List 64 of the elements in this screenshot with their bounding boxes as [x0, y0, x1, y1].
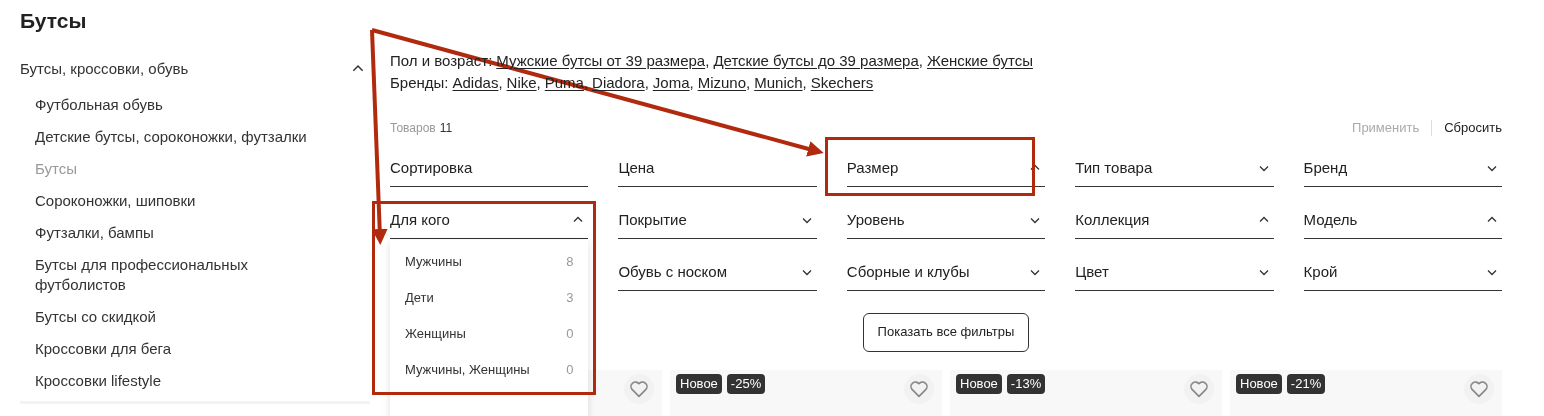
separator-text: ,: [644, 73, 649, 93]
category-header[interactable]: Бутсы, кроссовки, обувь: [20, 58, 189, 81]
product-badge: Новое: [1236, 373, 1282, 394]
filter-dropdown[interactable]: Для кого: [390, 202, 589, 239]
reset-button[interactable]: Сбросить: [1444, 118, 1502, 138]
filter-link[interactable]: Nike: [506, 72, 537, 94]
filter-dropdown[interactable]: Обувь с носком: [618, 254, 817, 291]
option-count: 0: [566, 360, 574, 379]
filter-dropdown[interactable]: Цвет: [1075, 254, 1274, 291]
option-count: 8: [566, 252, 574, 271]
sidebar-link[interactable]: Кроссовки для бега: [35, 338, 172, 359]
product-badge: -21%: [1286, 373, 1326, 394]
separator-text: ,: [536, 73, 541, 93]
filter-dropdown[interactable]: Коллекция: [1075, 202, 1274, 239]
filter-dropdown[interactable]: Сортировка: [390, 150, 589, 187]
filter-dropdown[interactable]: Тип товара: [1075, 150, 1274, 187]
sidebar-link[interactable]: Кроссовки lifestyle: [35, 370, 162, 391]
filter-label: Пол и возраст:: [390, 51, 493, 71]
dropdown-option[interactable]: Мужчины, Женщины 0: [390, 351, 589, 388]
filter-link[interactable]: Adidas: [452, 72, 499, 94]
separator-text: ,: [705, 51, 710, 71]
dropdown-option[interactable]: Дети 3: [390, 279, 589, 316]
filter-link[interactable]: Joma: [652, 72, 690, 94]
filter-link[interactable]: Женские бутсы: [927, 50, 1033, 72]
product-badge: Новое: [676, 373, 722, 394]
sidebar-link[interactable]: Бутсы для профессиональных футболистов: [35, 254, 285, 295]
separator-text: ,: [802, 73, 807, 93]
product-card[interactable]: Новое -25%: [670, 369, 942, 416]
filter-link[interactable]: Skechers: [810, 72, 874, 94]
sidebar-link[interactable]: Сороконожки, шиповки: [35, 190, 196, 211]
filter-dropdown[interactable]: Цена: [618, 150, 817, 187]
count-label: Товаров: [390, 119, 436, 137]
count-value: 11: [439, 119, 453, 137]
filter-dropdown[interactable]: Уровень: [846, 202, 1046, 239]
filter-dropdown[interactable]: Модель: [1303, 202, 1502, 239]
product-card[interactable]: Новое -21%: [1230, 369, 1502, 416]
filter-link[interactable]: Детские бутсы до 39 размера: [713, 50, 919, 72]
separator-text: ,: [689, 73, 694, 93]
product-badge: -13%: [1006, 373, 1046, 394]
filter-dropdown[interactable]: Размер: [846, 150, 1046, 187]
filter-dropdown[interactable]: Сборные и клубы: [846, 254, 1046, 291]
product-badge: Новое: [956, 373, 1002, 394]
sidebar-link[interactable]: Футзалки, бампы: [35, 222, 154, 243]
filter-dropdown[interactable]: Крой: [1303, 254, 1502, 291]
separator-text: ,: [583, 73, 589, 93]
dropdown-option[interactable]: Женщины 0: [390, 315, 589, 352]
filter-link[interactable]: Munich: [754, 72, 803, 94]
product-badge: -25%: [726, 373, 766, 394]
separator-text: ,: [918, 51, 923, 71]
separator-text: ,: [498, 73, 503, 93]
option-count: 3: [566, 288, 574, 307]
show-all-filters-button[interactable]: Показать все фильтры: [862, 312, 1030, 352]
sidebar-link[interactable]: Футбольная обувь: [35, 94, 163, 115]
separator-text: ,: [746, 73, 751, 93]
page-title: Бутсы: [20, 8, 88, 34]
filter-dropdown[interactable]: Бренд: [1303, 150, 1502, 187]
sidebar-link[interactable]: Детские бутсы, сороконожки, футзалки: [35, 126, 307, 147]
option-count: 0: [566, 324, 574, 343]
filter-dropdown[interactable]: Покрытие: [618, 202, 817, 239]
sidebar-link[interactable]: Бутсы со скидкой: [35, 306, 156, 327]
product-card[interactable]: Новое -13%: [950, 369, 1222, 416]
filter-label: Бренды:: [390, 73, 449, 93]
filter-link[interactable]: Diadora: [592, 72, 645, 94]
dropdown-option[interactable]: Мужчины 8: [390, 243, 589, 280]
